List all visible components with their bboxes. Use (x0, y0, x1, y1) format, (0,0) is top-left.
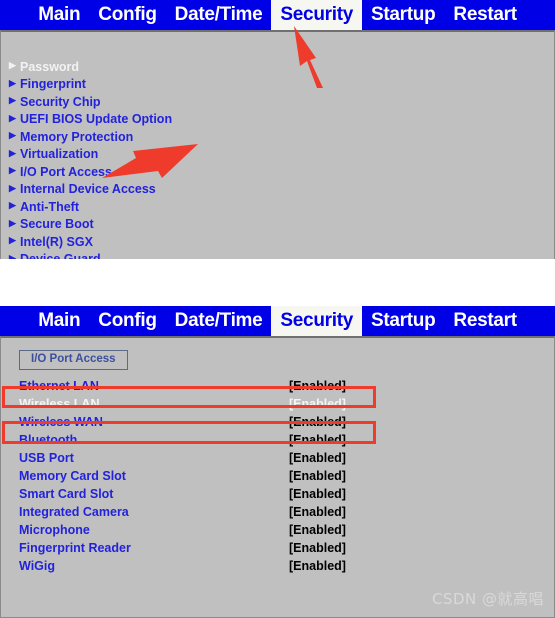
triangle-right-icon: ▶ (9, 182, 16, 193)
setting-value[interactable]: [Enabled] (289, 397, 346, 411)
setting-value[interactable]: [Enabled] (289, 379, 346, 393)
triangle-right-icon: ▶ (9, 112, 16, 123)
triangle-right-icon: ▶ (9, 147, 16, 158)
bios-security-menu-panel: Main Config Date/Time Security Startup R… (0, 0, 555, 288)
sidebar-item-uefi-bios-update-option[interactable]: ▶ UEFI BIOS Update Option (9, 111, 554, 129)
setting-label: Wireless LAN (19, 397, 100, 411)
triangle-right-icon: ▶ (9, 130, 16, 141)
sidebar-item-password[interactable]: ▶ Password (9, 58, 554, 76)
sidebar-item-intel-sgx[interactable]: ▶ Intel(R) SGX (9, 233, 554, 251)
io-port-settings-list: Ethernet LAN [Enabled] Wireless LAN [Ena… (1, 377, 554, 575)
sidebar-item-label: Memory Protection (20, 129, 134, 144)
setting-value[interactable]: [Enabled] (289, 433, 346, 447)
bottom-menubar: Main Config Date/Time Security Startup R… (0, 306, 555, 336)
setting-value[interactable]: [Enabled] (289, 541, 346, 555)
triangle-right-icon: ▶ (9, 60, 16, 71)
tab-config[interactable]: Config (89, 306, 165, 336)
setting-value[interactable]: [Enabled] (289, 469, 346, 483)
sidebar-item-label: Virtualization (20, 147, 99, 162)
sidebar-item-secure-boot[interactable]: ▶ Secure Boot (9, 216, 554, 234)
tab-security[interactable]: Security (271, 306, 363, 336)
sidebar-item-label: Anti-Theft (20, 199, 80, 214)
sidebar-item-label: I/O Port Access (20, 164, 112, 179)
setting-label: WiGig (19, 559, 55, 573)
sidebar-item-anti-theft[interactable]: ▶ Anti-Theft (9, 198, 554, 216)
tab-date-time[interactable]: Date/Time (166, 0, 272, 30)
sidebar-item-label: Intel(R) SGX (20, 234, 93, 249)
setting-label: Ethernet LAN (19, 379, 99, 393)
tab-main[interactable]: Main (29, 0, 89, 30)
sidebar-item-label: UEFI BIOS Update Option (20, 112, 173, 127)
sidebar-item-internal-device-access[interactable]: ▶ Internal Device Access (9, 181, 554, 199)
table-row-ethernet-lan[interactable]: Ethernet LAN [Enabled] (1, 377, 554, 395)
setting-value[interactable]: [Enabled] (289, 415, 346, 429)
sidebar-item-label: Security Chip (20, 94, 101, 109)
bios-io-port-access-panel: Main Config Date/Time Security Startup R… (0, 306, 555, 618)
setting-label: Fingerprint Reader (19, 541, 131, 555)
sidebar-item-io-port-access[interactable]: ▶ I/O Port Access (9, 163, 554, 181)
tab-startup[interactable]: Startup (362, 0, 444, 30)
tab-startup[interactable]: Startup (362, 306, 444, 336)
table-row-memory-card-slot[interactable]: Memory Card Slot [Enabled] (1, 467, 554, 485)
top-menubar: Main Config Date/Time Security Startup R… (0, 0, 555, 30)
table-row-usb-port[interactable]: USB Port [Enabled] (1, 449, 554, 467)
triangle-right-icon: ▶ (9, 235, 16, 246)
io-port-access-body: I/O Port Access Ethernet LAN [Enabled] W… (0, 336, 555, 618)
table-row-fingerprint-reader[interactable]: Fingerprint Reader [Enabled] (1, 539, 554, 557)
setting-label: Smart Card Slot (19, 487, 114, 501)
triangle-right-icon: ▶ (9, 95, 16, 106)
sidebar-item-label: Password (20, 59, 80, 74)
watermark: CSDN @就高唱 (431, 590, 544, 608)
tab-main[interactable]: Main (29, 306, 89, 336)
security-submenu-list: ▶ Password ▶ Fingerprint ▶ Security Chip… (9, 58, 554, 268)
tab-date-time[interactable]: Date/Time (166, 306, 272, 336)
triangle-right-icon: ▶ (9, 165, 16, 176)
setting-value[interactable]: [Enabled] (289, 451, 346, 465)
sidebar-item-virtualization[interactable]: ▶ Virtualization (9, 146, 554, 164)
table-row-integrated-camera[interactable]: Integrated Camera [Enabled] (1, 503, 554, 521)
sidebar-item-label: Internal Device Access (20, 182, 156, 197)
table-row-wireless-lan[interactable]: Wireless LAN [Enabled] (1, 395, 554, 413)
setting-value[interactable]: [Enabled] (289, 487, 346, 501)
panel-separator (0, 259, 555, 306)
setting-value[interactable]: [Enabled] (289, 559, 346, 573)
section-title-box: I/O Port Access (19, 350, 128, 370)
sidebar-item-memory-protection[interactable]: ▶ Memory Protection (9, 128, 554, 146)
table-row-bluetooth[interactable]: Bluetooth [Enabled] (1, 431, 554, 449)
triangle-right-icon: ▶ (9, 200, 16, 211)
table-row-wireless-wan[interactable]: Wireless WAN [Enabled] (1, 413, 554, 431)
security-menu-body: ▶ Password ▶ Fingerprint ▶ Security Chip… (0, 30, 555, 288)
tab-restart[interactable]: Restart (444, 0, 525, 30)
setting-label: Wireless WAN (19, 415, 103, 429)
setting-label: Microphone (19, 523, 90, 537)
setting-value[interactable]: [Enabled] (289, 505, 346, 519)
setting-label: USB Port (19, 451, 74, 465)
section-title: I/O Port Access (29, 353, 118, 365)
setting-label: Integrated Camera (19, 505, 129, 519)
sidebar-item-security-chip[interactable]: ▶ Security Chip (9, 93, 554, 111)
tab-restart[interactable]: Restart (444, 306, 525, 336)
triangle-right-icon: ▶ (9, 217, 16, 228)
setting-label: Bluetooth (19, 433, 78, 447)
table-row-wigig[interactable]: WiGig [Enabled] (1, 557, 554, 575)
tab-security[interactable]: Security (271, 0, 363, 30)
sidebar-item-label: Fingerprint (20, 77, 86, 92)
sidebar-item-label: Secure Boot (20, 217, 94, 232)
setting-value[interactable]: [Enabled] (289, 523, 346, 537)
tab-config[interactable]: Config (89, 0, 165, 30)
table-row-smart-card-slot[interactable]: Smart Card Slot [Enabled] (1, 485, 554, 503)
sidebar-item-fingerprint[interactable]: ▶ Fingerprint (9, 76, 554, 94)
triangle-right-icon: ▶ (9, 77, 16, 88)
setting-label: Memory Card Slot (19, 469, 126, 483)
table-row-microphone[interactable]: Microphone [Enabled] (1, 521, 554, 539)
